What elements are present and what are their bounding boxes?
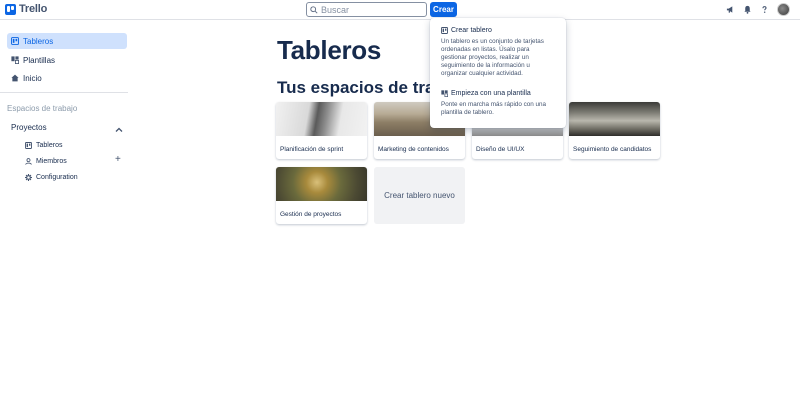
board-icon xyxy=(441,27,448,34)
board-thumbnail xyxy=(276,102,367,136)
home-icon xyxy=(10,74,19,83)
add-member-icon[interactable]: + xyxy=(115,155,121,165)
create-menu-popover: Crear tablero Un tablero es un conjunto … xyxy=(430,18,566,128)
trello-logo[interactable]: Trello xyxy=(5,3,47,15)
board-icon xyxy=(24,141,32,149)
search-icon xyxy=(310,5,318,14)
board-card[interactable]: Planificación de sprint xyxy=(276,102,367,159)
create-board-title: Crear tablero xyxy=(451,27,492,34)
help-icon[interactable] xyxy=(759,4,770,15)
sidebar: Tableros Plantillas Inicio Espacios de t… xyxy=(0,21,135,413)
workspace-item-configuration[interactable]: Configuration xyxy=(24,173,78,181)
board-thumbnail xyxy=(276,167,367,201)
search-input[interactable] xyxy=(321,4,421,15)
create-button[interactable]: Crear xyxy=(430,2,457,17)
board-name: Gestión de proyectos xyxy=(280,211,342,218)
board-icon xyxy=(10,37,19,46)
template-option-title: Empieza con una plantilla xyxy=(451,90,531,97)
workspace-item-label: Tableros xyxy=(36,141,63,149)
template-icon xyxy=(10,56,19,65)
board-card[interactable]: Gestión de proyectos xyxy=(276,167,367,224)
sidebar-item-plantillas[interactable]: Plantillas xyxy=(7,52,127,68)
page-title: Tableros xyxy=(277,35,382,65)
user-avatar[interactable] xyxy=(777,3,790,16)
workspaces-heading: Espacios de trabajo xyxy=(7,104,78,113)
bell-icon[interactable] xyxy=(742,4,753,15)
sidebar-item-label: Plantillas xyxy=(23,55,56,65)
board-name: Seguimiento de candidatos xyxy=(573,146,652,153)
search-box[interactable] xyxy=(306,2,427,17)
top-header: Trello Crear xyxy=(0,0,800,20)
sidebar-item-inicio[interactable]: Inicio xyxy=(7,70,127,86)
create-new-board-tile[interactable]: Crear tablero nuevo xyxy=(374,167,465,224)
board-name: Diseño de UI/UX xyxy=(476,146,525,153)
sidebar-divider xyxy=(0,92,128,93)
megaphone-icon[interactable] xyxy=(725,4,736,15)
workspace-name[interactable]: Proyectos xyxy=(11,123,47,132)
workspace-item-label: Miembros xyxy=(36,157,67,165)
sidebar-item-label: Inicio xyxy=(23,73,42,83)
board-thumbnail xyxy=(569,102,660,136)
workspace-item-label: Configuration xyxy=(36,173,78,181)
workspace-item-miembros[interactable]: Miembros xyxy=(24,157,67,165)
template-option-description: Ponte en marcha más rápido con una plant… xyxy=(441,101,547,116)
create-board-option[interactable]: Crear tablero Un tablero es un conjunto … xyxy=(441,27,556,78)
board-name: Marketing de contenidos xyxy=(378,146,449,153)
create-board-description: Un tablero es un conjunto de tarjetas or… xyxy=(441,38,544,77)
chevron-up-icon[interactable] xyxy=(114,122,124,132)
sidebar-item-label: Tableros xyxy=(23,36,54,46)
start-with-template-option[interactable]: Empieza con una plantilla Ponte en march… xyxy=(441,90,556,117)
logo-text: Trello xyxy=(19,3,48,15)
sidebar-item-tableros[interactable]: Tableros xyxy=(7,33,127,49)
trello-logo-icon xyxy=(5,3,16,15)
workspace-item-tableros[interactable]: Tableros xyxy=(24,141,62,149)
person-icon xyxy=(24,157,32,165)
board-name: Planificación de sprint xyxy=(280,146,344,153)
template-icon xyxy=(441,90,448,97)
board-card[interactable]: Seguimiento de candidatos xyxy=(569,102,660,159)
gear-icon xyxy=(24,173,32,181)
